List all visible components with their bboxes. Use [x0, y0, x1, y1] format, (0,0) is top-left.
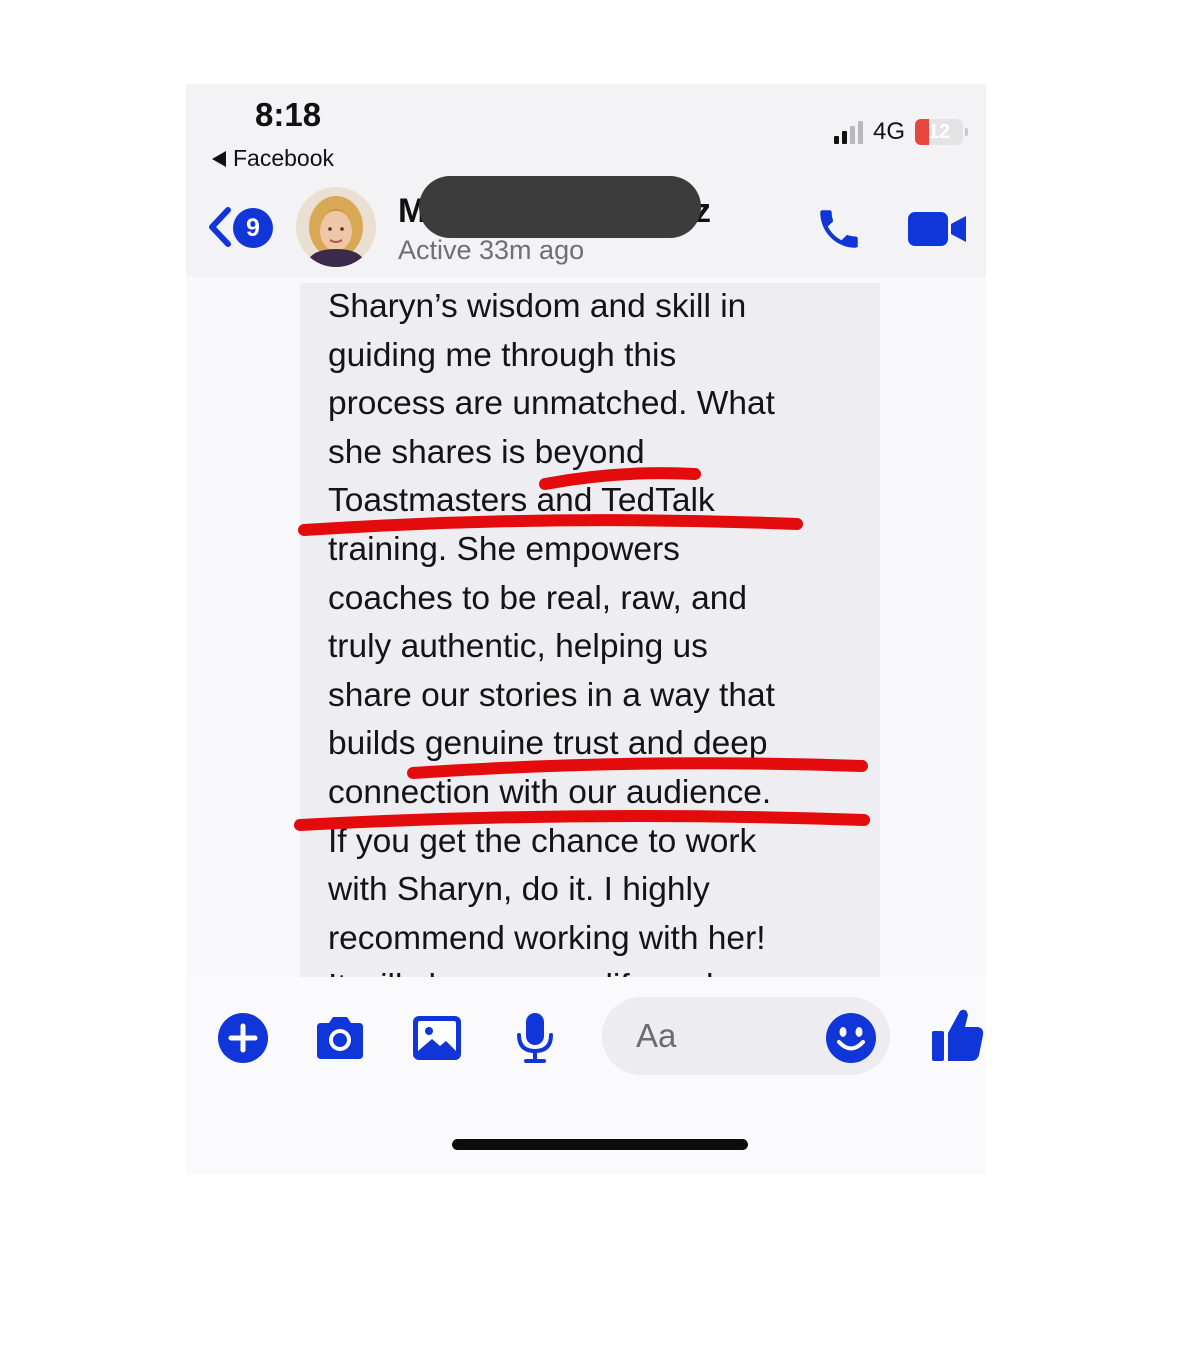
message-text: Sharyn’s wisdom and skill in guiding me …	[328, 288, 775, 977]
contact-avatar[interactable]	[296, 187, 376, 267]
message-input-placeholder: Aa	[636, 1017, 677, 1054]
back-chevron-icon[interactable]	[204, 204, 234, 250]
microphone-icon[interactable]	[508, 1011, 562, 1065]
home-indicator	[452, 1139, 748, 1150]
video-camera-icon[interactable]	[906, 208, 968, 250]
status-time: 8:18	[255, 96, 322, 133]
thumbs-up-icon[interactable]	[928, 1005, 986, 1065]
back-triangle-icon	[212, 150, 226, 167]
back-to-app-link[interactable]: Facebook	[212, 145, 334, 172]
unread-count-badge[interactable]: 9	[233, 208, 273, 248]
emoji-icon[interactable]	[824, 1011, 878, 1065]
message-bubble[interactable]: Sharyn’s wisdom and skill in guiding me …	[300, 283, 880, 977]
camera-icon[interactable]	[313, 1011, 367, 1065]
phone-icon[interactable]	[814, 204, 864, 254]
active-status: Active 33m ago	[398, 235, 585, 265]
network-type: 4G	[873, 118, 906, 145]
battery-icon: 12	[915, 119, 969, 145]
plus-icon[interactable]	[216, 1011, 270, 1065]
battery-level: 12	[927, 120, 951, 143]
image-icon[interactable]	[410, 1011, 464, 1065]
name-redaction	[419, 176, 701, 238]
back-app-label: Facebook	[233, 145, 335, 171]
status-indicators: 4G 12	[834, 118, 969, 146]
signal-icon	[834, 120, 863, 144]
